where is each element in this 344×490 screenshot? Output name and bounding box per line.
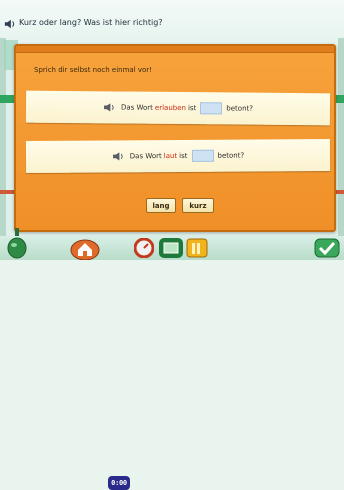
sentence-middle: ist: [179, 151, 188, 160]
stack-icon[interactable]: [158, 237, 184, 259]
sentence-prefix: Das Wort: [120, 103, 153, 112]
right-frame: [338, 38, 344, 238]
target-word: erlauben: [154, 103, 187, 113]
dialog-top-bar: [16, 46, 334, 53]
potion-icon[interactable]: [6, 226, 28, 260]
sentence-strip: Das Wort laut ist betont?: [25, 138, 331, 174]
answer-drop-field[interactable]: [191, 149, 214, 162]
folder-icon[interactable]: [186, 238, 208, 258]
sentence-suffix: betont?: [217, 151, 245, 160]
header-bar: Kurz oder lang? Was ist hier richtig?: [0, 0, 344, 46]
task-title: Kurz oder lang? Was ist hier richtig?: [19, 18, 163, 27]
check-icon[interactable]: [314, 238, 340, 258]
clock-badge[interactable]: 0:00: [108, 476, 130, 490]
gauge-icon[interactable]: [134, 238, 154, 258]
sentence-strip: Das Wort erlauben ist betont?: [25, 90, 331, 126]
exercise-dialog: Sprich dir selbst noch einmal vor! Das W…: [14, 44, 336, 232]
bottom-toolbar: 0:00: [0, 228, 344, 490]
sentence-prefix: Das Wort: [129, 152, 162, 161]
speaker-icon[interactable]: [4, 18, 16, 30]
instruction-text: Sprich dir selbst noch einmal vor!: [34, 66, 152, 74]
sentence-middle: ist: [187, 104, 197, 113]
home-icon[interactable]: [70, 236, 100, 260]
lang-button[interactable]: lang: [146, 198, 176, 213]
target-word: laut: [163, 152, 178, 161]
speaker-icon[interactable]: [103, 102, 116, 112]
answer-drop-field[interactable]: [200, 102, 223, 115]
speaker-icon[interactable]: [112, 151, 125, 161]
sentence-suffix: betont?: [226, 104, 254, 113]
kurz-button[interactable]: kurz: [182, 198, 214, 213]
